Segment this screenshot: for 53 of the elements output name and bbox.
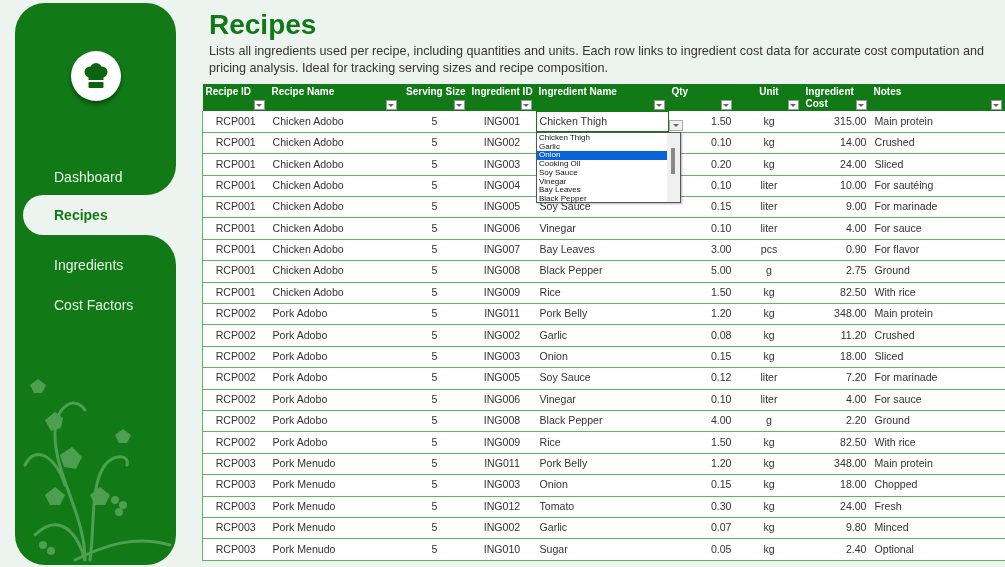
dropdown-option[interactable]: Bay Leaves — [537, 186, 667, 195]
table-cell: RCP001 — [202, 153, 269, 176]
table-cell: Main protein — [870, 111, 1005, 133]
page-description: Lists all ingredients used per recipe, including quantities and units. Each row links to ingredient cost data for accurate cost computation and pricing analysis. Ideal for tracking serving sizes and recipe composition. — [209, 43, 985, 77]
table-cell: RCP002 — [202, 346, 269, 368]
nav-item[interactable]: Dashboard — [15, 167, 176, 188]
dropdown-option[interactable]: Soy Sauce — [537, 168, 667, 178]
column-header: Ingredient Cost — [805, 86, 855, 110]
table-cell: RCP002 — [202, 410, 269, 432]
nav-item[interactable]: Ingredients — [15, 245, 176, 285]
table-cell: RCP002 — [202, 389, 269, 411]
table-cell: Chicken Adobo — [268, 111, 401, 133]
table-cell: RCP003 — [202, 453, 269, 475]
table-cell: 315.00 — [802, 111, 871, 133]
table-cell: 5 — [400, 111, 469, 133]
table-cell: RCP002 — [202, 324, 269, 347]
dropdown-option[interactable]: Black Pepper — [537, 194, 667, 204]
nav-item[interactable]: Cost Factors — [15, 285, 176, 325]
table-cell: RCP001 — [202, 175, 269, 197]
scrollbar-thumb[interactable] — [671, 148, 675, 174]
table-cell: RCP003 — [202, 496, 269, 518]
table-cell: RCP002 — [202, 367, 269, 390]
dropdown-option[interactable]: Onion — [537, 151, 667, 161]
dropdown-option[interactable]: Garlic — [537, 142, 667, 152]
table-cell: RCP001 — [202, 111, 269, 133]
dropdown-arrow-button[interactable] — [669, 120, 683, 131]
table-cell: RCP003 — [202, 517, 269, 539]
nav-item[interactable]: Recipes — [23, 195, 176, 235]
column-header: Ingredient Name — [538, 86, 617, 97]
table-cell: RCP002 — [202, 303, 269, 325]
table-cell: Chicken Thigh — [535, 111, 669, 133]
table-cell: RCP001 — [202, 239, 269, 261]
table-cell: RCP001 — [202, 260, 269, 283]
table-cell: RCP003 — [202, 474, 269, 497]
table-cell: ING001 — [468, 111, 536, 133]
column-header: Serving Size — [406, 86, 466, 97]
column-header: Qty — [671, 86, 689, 97]
dropdown-option[interactable]: Vinegar — [537, 177, 667, 187]
column-header: Recipe ID — [205, 86, 252, 97]
table-cell: RCP003 — [202, 538, 269, 561]
dropdown-option[interactable]: Cooking Oil — [537, 160, 667, 169]
page-title: Recipes — [209, 11, 318, 39]
column-header: Recipe Name — [271, 86, 335, 97]
table-cell: RCP001 — [202, 132, 269, 154]
table-cell: RCP001 — [202, 282, 269, 304]
table-cell: RCP001 — [202, 196, 269, 218]
column-header: Unit — [759, 86, 779, 97]
column-header: Notes — [873, 86, 902, 97]
column-header: Ingredient ID — [471, 86, 533, 97]
dropdown-option[interactable]: Chicken Thigh — [537, 134, 667, 143]
table-cell: kg — [735, 111, 803, 133]
table-cell: RCP002 — [202, 431, 269, 454]
table-cell: RCP001 — [202, 217, 269, 240]
